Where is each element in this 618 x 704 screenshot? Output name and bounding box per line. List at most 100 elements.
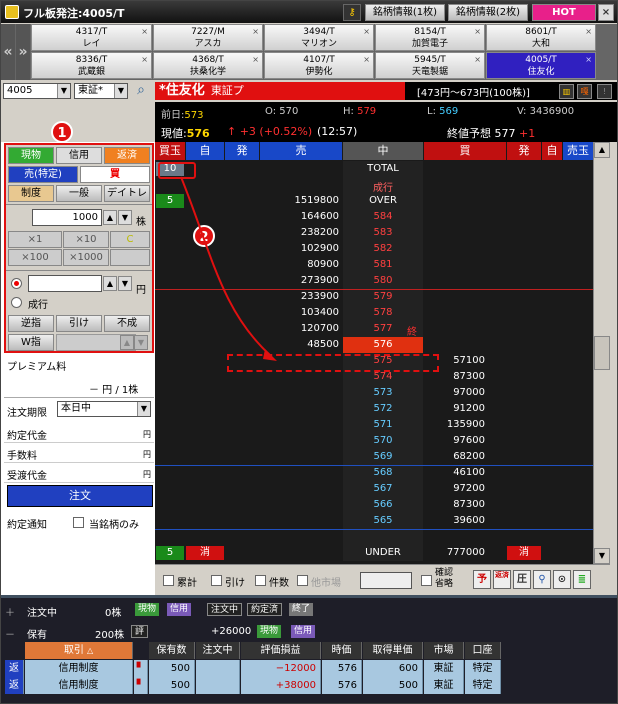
position-row[interactable]: 返信用制度 ▘ 500 −12000 576 600 東証 特定 (1, 660, 617, 677)
arrow-up-icon[interactable]: ▲ (103, 276, 117, 291)
arrow-up-icon[interactable]: ▲ (103, 210, 117, 225)
eval-tag[interactable]: 評 (131, 625, 149, 638)
stop-order-button[interactable]: 逆指 (8, 315, 54, 332)
arrow-up-icon[interactable]: ▲ (120, 335, 134, 350)
price-cell[interactable]: 579 (343, 291, 423, 302)
buy-qty[interactable]: 87300 (405, 371, 485, 382)
skip-confirm-checkbox[interactable] (421, 575, 432, 586)
type-seido[interactable]: 制度 (8, 185, 54, 202)
tab-repay[interactable]: 返済 (104, 147, 150, 164)
ticker-tab[interactable]: 7227/M アスカ × (153, 24, 263, 51)
ticker-tab[interactable]: 8154/T 加賀電子 × (375, 24, 485, 51)
expand-icon[interactable]: ＋ (5, 604, 15, 619)
ticker-tab[interactable]: 3494/T マリオン × (264, 24, 374, 51)
key-icon[interactable]: ⚷ (343, 4, 361, 21)
qty-x10-button[interactable]: ×10 (63, 231, 109, 248)
price-cell[interactable]: 576 (343, 339, 423, 350)
position-row[interactable]: 返信用制度 ▘ 500 +38000 576 500 東証 特定 (1, 677, 617, 694)
info-2-button[interactable]: 銘柄情報(2枚) (448, 4, 528, 21)
hot-button[interactable]: HOT (532, 4, 596, 21)
pressure-icon[interactable]: 圧 (513, 570, 531, 589)
filter-margin[interactable]: 信用 (291, 625, 316, 638)
price-cell[interactable]: 582 (343, 243, 423, 254)
col-type[interactable]: 取引 △ (25, 642, 133, 659)
chevron-right-icon[interactable]: » (16, 24, 30, 80)
arrow-down-icon[interactable]: ▼ (118, 276, 132, 291)
close-icon[interactable]: × (252, 26, 259, 38)
market-order-radio[interactable] (11, 297, 22, 308)
ticker-tab[interactable]: 8601/T 大和 × (486, 24, 596, 51)
buy-qty[interactable]: 87300 (405, 499, 485, 510)
qty-x1000-button[interactable]: ×1000 (63, 249, 109, 266)
arrow-up-icon[interactable]: ▲ (594, 142, 610, 158)
kaidama-cell[interactable]: 5 (156, 546, 184, 560)
qty-blank-button[interactable] (110, 249, 150, 266)
arrow-down-icon[interactable]: ▼ (594, 548, 610, 564)
arrow-down-icon[interactable]: ▼ (134, 335, 148, 350)
close-order-button[interactable]: 引け (56, 315, 102, 332)
cumulative-checkbox[interactable] (163, 575, 174, 586)
ticker-tab[interactable]: 5945/T 天竜製鋸 × (375, 52, 485, 79)
cancel-buy-button[interactable]: 消 (507, 546, 541, 560)
buy-qty[interactable]: 97200 (405, 483, 485, 494)
price-cell[interactable]: 578 (343, 307, 423, 318)
chart-icon[interactable]: ▥ (559, 84, 574, 99)
close-icon[interactable]: × (363, 54, 370, 66)
filter-executed[interactable]: 約定済 (247, 603, 283, 616)
buy-qty[interactable]: 91200 (405, 403, 485, 414)
collapse-icon[interactable]: － (5, 626, 15, 641)
price-cell[interactable]: TOTAL (343, 163, 423, 174)
filter-done[interactable]: 終了 (289, 603, 314, 616)
price-cell[interactable]: 成行 (343, 179, 423, 194)
close-icon[interactable]: × (585, 54, 592, 66)
close-icon[interactable]: × (363, 26, 370, 38)
ticker-tab[interactable]: 4317/T レイ × (31, 24, 152, 51)
repay-button[interactable]: 返 (5, 677, 24, 694)
news-icon[interactable]: 嘎 (577, 84, 592, 99)
this-stock-only-checkbox[interactable] (73, 517, 84, 528)
buy-qty[interactable]: 39600 (405, 515, 485, 526)
ticker-tab[interactable]: 4005/T 住友化 × (486, 52, 596, 79)
buy-qty[interactable]: 135900 (405, 419, 485, 430)
ticker-tab[interactable]: 4107/T 伊勢化 × (264, 52, 374, 79)
price-cell[interactable]: OVER (343, 195, 423, 206)
reserve-icon[interactable]: 予 (473, 570, 491, 589)
qty-x1-button[interactable]: ×1 (8, 231, 62, 248)
close-icon[interactable]: × (474, 26, 481, 38)
limit-order-radio[interactable] (11, 278, 22, 289)
arrow-down-icon[interactable]: ▼ (118, 210, 132, 225)
buy-button[interactable]: 買 (80, 166, 150, 183)
scroll-thumb[interactable] (594, 336, 610, 370)
buy-qty[interactable]: 97600 (405, 435, 485, 446)
close-button[interactable]: × (598, 4, 614, 21)
close-icon[interactable]: × (141, 54, 148, 66)
close-icon[interactable]: × (585, 26, 592, 38)
chevron-left-icon[interactable]: « (1, 24, 15, 80)
type-daytrade[interactable]: デイトレ (104, 185, 150, 202)
cancel-sell-button[interactable]: 消 (186, 546, 224, 560)
alert-icon[interactable]: ! (597, 84, 612, 99)
price-cell[interactable]: 580 (343, 275, 423, 286)
close-checkbox[interactable] (211, 575, 222, 586)
close-icon[interactable]: × (474, 54, 481, 66)
price-cell[interactable]: 583 (343, 227, 423, 238)
filter-cash[interactable]: 現物 (257, 625, 282, 638)
market-select[interactable]: 東証* ▼ (74, 83, 128, 99)
price-input[interactable] (28, 275, 102, 292)
funari-button[interactable]: 不成 (104, 315, 150, 332)
repay-button[interactable]: 返 (5, 660, 24, 677)
buy-qty[interactable]: 777000 (405, 547, 485, 558)
ticker-tab[interactable]: 4368/T 扶桑化学 × (153, 52, 263, 79)
repay-icon[interactable]: 返済 (493, 570, 511, 589)
close-icon[interactable]: × (141, 26, 148, 38)
filter-pending[interactable]: 注文中 (207, 603, 243, 616)
board-scrollbar[interactable]: ▲ ▼ (593, 142, 610, 564)
period-select[interactable]: 本日中 ▼ (57, 401, 151, 417)
filter-cash[interactable]: 現物 (135, 603, 160, 616)
count-checkbox[interactable] (255, 575, 266, 586)
ticker-tab[interactable]: 8336/T 武蔵銀 × (31, 52, 152, 79)
price-cell[interactable]: 584 (343, 211, 423, 222)
order-button[interactable]: 注文 (7, 485, 153, 507)
w-limit-button[interactable]: W指 (8, 334, 54, 351)
buy-qty[interactable]: 97000 (405, 387, 485, 398)
